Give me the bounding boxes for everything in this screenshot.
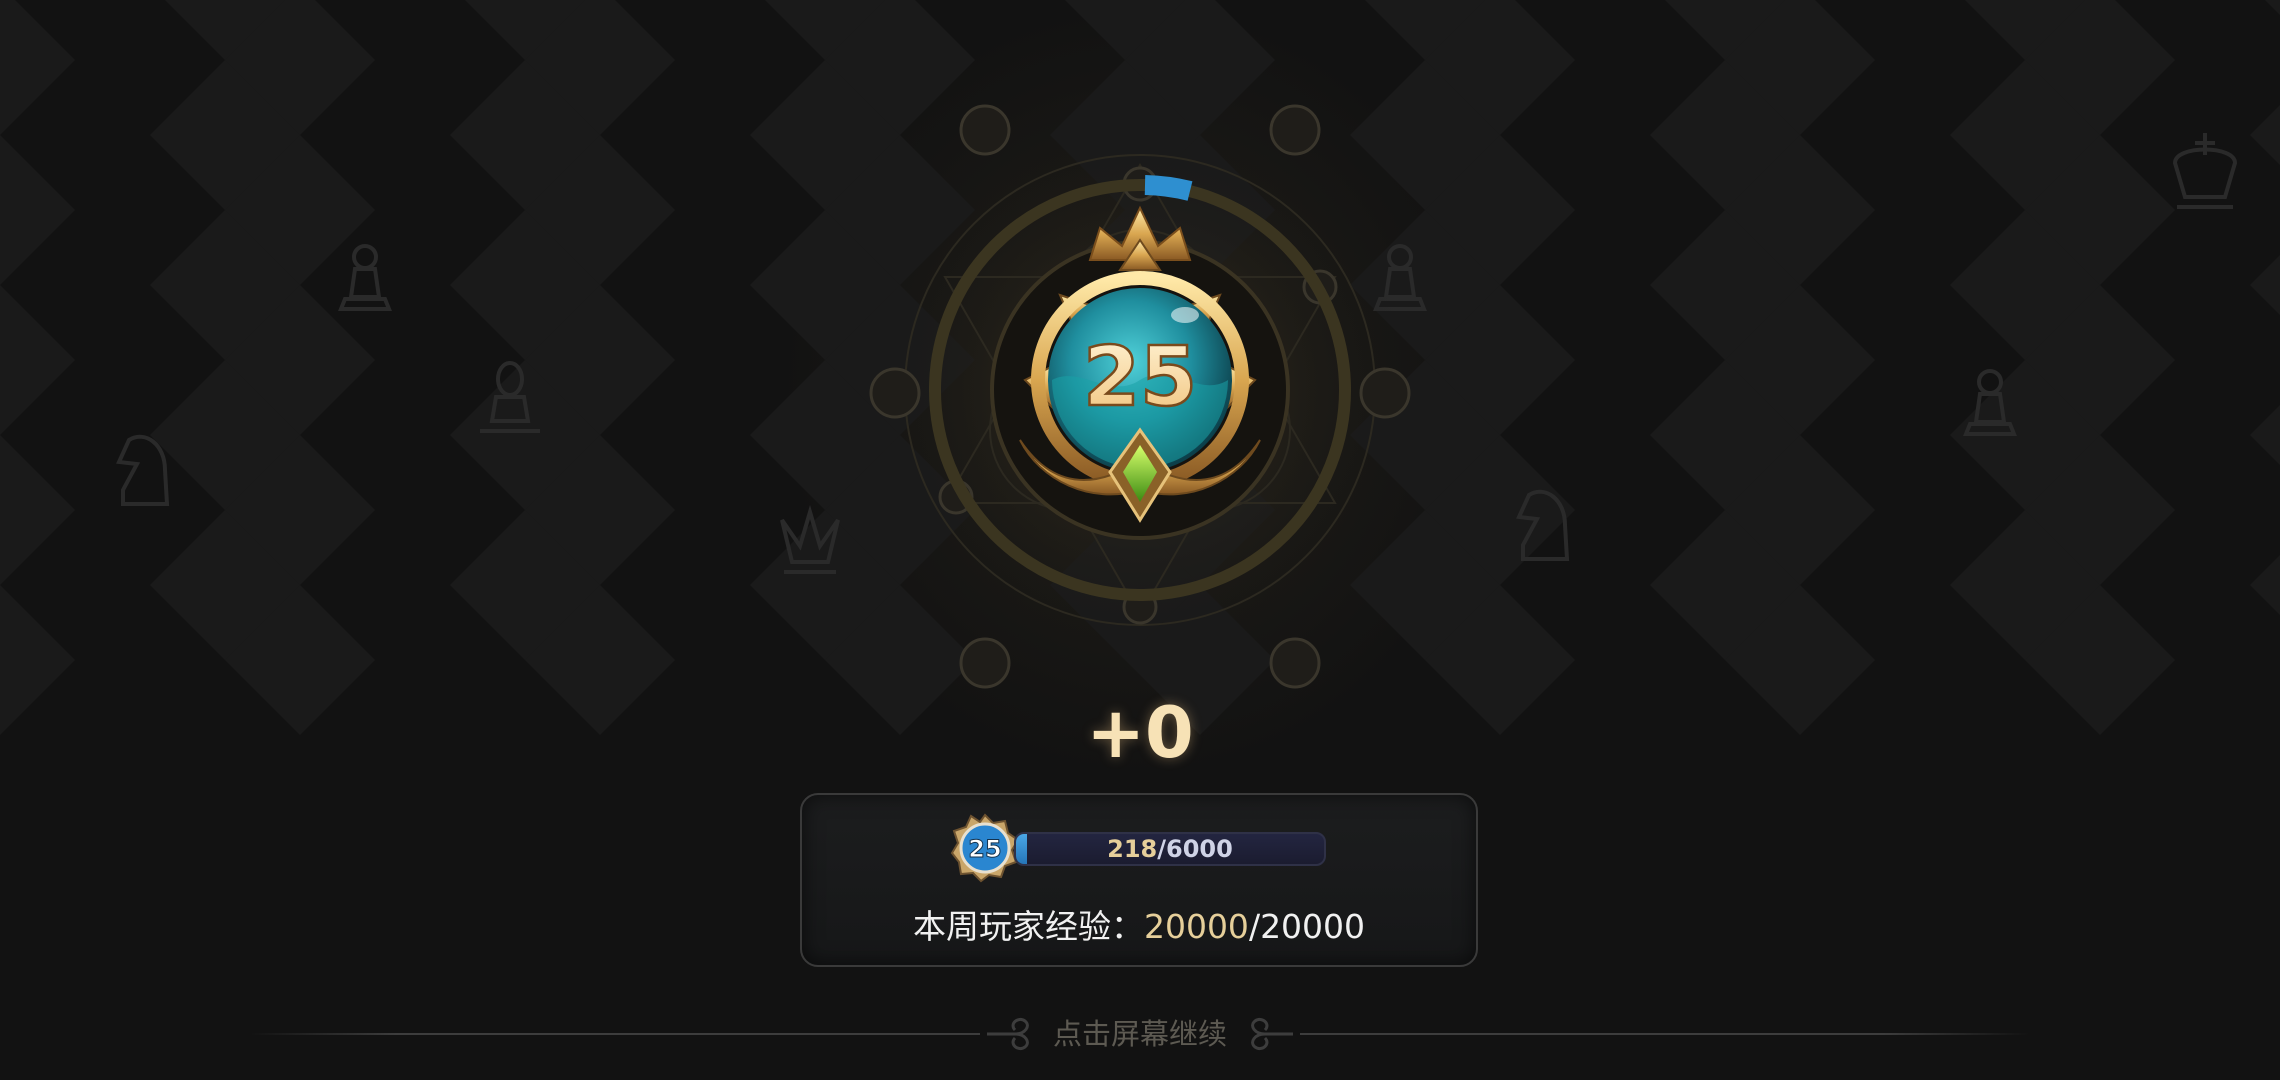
level-progress-current: 218 (1107, 835, 1158, 863)
level-ring-progress (1144, 175, 1193, 201)
weekly-exp-separator: / (1248, 907, 1261, 946)
divider-right (1300, 1033, 2030, 1035)
board-tile (0, 585, 75, 735)
badge-level-number: 25 (968, 835, 1001, 863)
board-tile (2250, 555, 2280, 615)
board-tile (0, 285, 75, 435)
board-tile (2250, 255, 2280, 315)
king-icon (2172, 133, 2238, 209)
level-progress-separator: / (1157, 835, 1167, 863)
exp-panel: 25 218/6000 本周玩家经验：20000/20000 (800, 793, 1478, 967)
emblem-level-number: 25 (1083, 330, 1197, 425)
weekly-exp: 本周玩家经验：20000/20000 (802, 907, 1476, 947)
board-tile (2265, 0, 2280, 15)
board-tile (2250, 405, 2280, 465)
board-tile (2250, 105, 2280, 165)
continue-hint-row[interactable]: 点击屏幕继续 (250, 1010, 2030, 1058)
level-progress-bar: 218/6000 (1014, 832, 1326, 866)
level-progress-max: 6000 (1166, 835, 1233, 863)
exp-gain-value: +0 (1086, 692, 1194, 774)
swirl-ornament-right-icon (1251, 1017, 1293, 1051)
knight-icon (116, 434, 170, 506)
level-emblem: 25 (860, 104, 1420, 689)
level-badge: 25 (950, 813, 1020, 883)
board-tile (0, 135, 75, 285)
weekly-exp-label: 本周玩家经验： (912, 907, 1144, 946)
level-result-screen[interactable]: 25 +0 25 218/6000 本周玩家经验：20000/20000 点击屏… (0, 0, 2280, 1080)
level-progress-text: 218/6000 (1016, 834, 1324, 864)
board-tile (0, 0, 75, 135)
weekly-exp-max: 20000 (1260, 907, 1366, 946)
pawn-icon (338, 244, 392, 311)
weekly-exp-current: 20000 (1143, 907, 1249, 946)
board-tile (0, 435, 75, 585)
